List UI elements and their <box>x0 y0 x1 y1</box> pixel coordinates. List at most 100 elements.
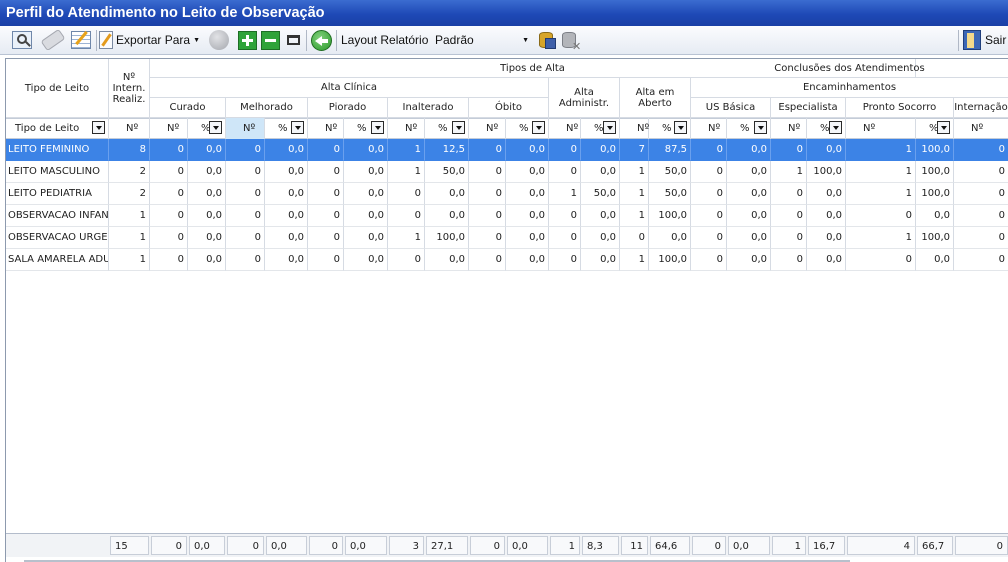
header-alta-aberto[interactable]: Alta em Aberto <box>620 78 691 118</box>
filter-cell[interactable]: % <box>188 118 226 139</box>
chevron-down-icon[interactable] <box>209 121 222 134</box>
row-value: 0 <box>469 249 506 271</box>
header-encaminhamentos[interactable]: Encaminhamentos <box>691 78 1008 98</box>
add-button[interactable] <box>236 29 258 51</box>
column-line <box>548 271 549 533</box>
chevron-down-icon[interactable] <box>291 121 304 134</box>
total-cell: 0 <box>692 536 726 555</box>
toolbar-separator <box>96 30 97 51</box>
filter-cell[interactable]: % <box>727 118 771 139</box>
chevron-down-icon[interactable] <box>829 121 842 134</box>
row-value: 0,0 <box>425 249 469 271</box>
row-value: 0,0 <box>265 139 308 161</box>
edit-button[interactable] <box>69 29 93 51</box>
row-value: 0 <box>150 249 188 271</box>
row-value: 100,0 <box>425 227 469 249</box>
chevron-down-icon[interactable] <box>674 121 687 134</box>
minus-icon <box>260 30 280 50</box>
filter-cell[interactable]: Nº <box>109 118 150 139</box>
header-melhorado[interactable]: Melhorado <box>226 98 308 118</box>
clear-button[interactable] <box>40 28 66 52</box>
save-layout-button[interactable] <box>535 29 559 51</box>
filter-cell[interactable]: Nº <box>308 118 344 139</box>
row-value: 0 <box>226 139 265 161</box>
header-curado[interactable]: Curado <box>150 98 226 118</box>
header-alta-admin[interactable]: Alta Administr. <box>549 78 620 118</box>
row-value: 0,0 <box>265 227 308 249</box>
chevron-down-icon[interactable] <box>603 121 616 134</box>
total-cell: 1 <box>550 536 580 555</box>
filter-cell[interactable]: Nº <box>226 118 265 139</box>
chevron-down-icon[interactable] <box>532 121 545 134</box>
delete-layout-icon: ✕ <box>561 30 581 53</box>
filter-cell[interactable]: Nº <box>469 118 506 139</box>
chevron-down-icon[interactable] <box>92 121 105 134</box>
exit-icon <box>963 30 981 50</box>
header-conclusoes[interactable]: Conclusões dos Atendimentos <box>691 59 1008 78</box>
row-value: 0 <box>388 205 425 227</box>
header-alta-clinica[interactable]: Alta Clínica <box>150 78 549 98</box>
filter-label: Nº <box>637 123 650 134</box>
row-value: 0 <box>549 227 581 249</box>
header-pronto-socorro[interactable]: Pronto Socorro <box>846 98 954 118</box>
filter-cell[interactable]: Nº <box>549 118 581 139</box>
filter-cell[interactable]: % <box>581 118 620 139</box>
filter-cell[interactable]: Nº <box>150 118 188 139</box>
filter-cell[interactable]: % <box>916 118 954 139</box>
filter-cell[interactable]: Nº <box>691 118 727 139</box>
back-button[interactable] <box>309 29 333 51</box>
filter-cell[interactable]: % <box>265 118 308 139</box>
preview-button[interactable] <box>10 29 34 51</box>
filter-cell[interactable]: % <box>506 118 549 139</box>
row-value: 0,0 <box>916 205 954 227</box>
print-button[interactable] <box>283 29 303 51</box>
layout-select[interactable]: Padrão ▼ <box>432 29 532 51</box>
filter-cell[interactable]: Nº <box>846 118 916 139</box>
row-leito: SALA AMARELA ADULTO <box>6 249 109 271</box>
save-layout-icon <box>537 30 557 50</box>
filter-cell[interactable]: % <box>649 118 691 139</box>
row-value: 0 <box>771 227 807 249</box>
filter-cell[interactable]: Nº <box>620 118 649 139</box>
header-inalterado[interactable]: Inalterado <box>388 98 469 118</box>
filter-cell[interactable]: % <box>344 118 388 139</box>
chevron-down-icon[interactable] <box>371 121 384 134</box>
chevron-down-icon[interactable] <box>754 121 767 134</box>
chevron-down-icon[interactable] <box>937 121 950 134</box>
remove-button[interactable] <box>259 29 281 51</box>
row-value: 0,0 <box>807 227 846 249</box>
row-value: 0,0 <box>506 183 549 205</box>
header-piorado[interactable]: Piorado <box>308 98 388 118</box>
circle-icon <box>209 30 229 50</box>
filter-cell[interactable]: % <box>425 118 469 139</box>
row-value: 0 <box>308 249 344 271</box>
delete-layout-button[interactable]: ✕ <box>559 29 583 53</box>
filter-cell[interactable]: Nº <box>954 118 1008 139</box>
row-value: 0 <box>954 249 1008 271</box>
row-value: 0 <box>549 139 581 161</box>
row-value: 0,0 <box>188 249 226 271</box>
filter-cell[interactable]: % <box>807 118 846 139</box>
filter-cell[interactable]: Nº <box>388 118 425 139</box>
row-value: 50,0 <box>425 161 469 183</box>
header-internacao[interactable]: Internação <box>954 98 1008 118</box>
export-button[interactable]: Exportar Para ▼ <box>99 29 200 51</box>
header-n-intern[interactable]: Nº Intern. Realiz. <box>109 59 150 118</box>
row-value: 0,0 <box>188 227 226 249</box>
header-tipo-leito[interactable]: Tipo de Leito <box>6 59 109 118</box>
row-value: 0,0 <box>506 249 549 271</box>
filter-cell[interactable]: Tipo de Leito <box>6 118 109 139</box>
row-value: 0,0 <box>344 161 388 183</box>
disabled-circle-button[interactable] <box>206 29 232 51</box>
header-us-basica[interactable]: US Básica <box>691 98 771 118</box>
toolbar-separator <box>306 30 307 51</box>
row-value: 100,0 <box>916 227 954 249</box>
chevron-down-icon[interactable] <box>452 121 465 134</box>
header-especialista[interactable]: Especialista <box>771 98 846 118</box>
row-value: 0 <box>691 227 727 249</box>
header-obito[interactable]: Óbito <box>469 98 549 118</box>
filter-cell[interactable]: Nº <box>771 118 807 139</box>
eraser-icon <box>40 28 66 52</box>
exit-button[interactable]: Sair <box>963 29 1008 51</box>
row-value: 0,0 <box>916 249 954 271</box>
